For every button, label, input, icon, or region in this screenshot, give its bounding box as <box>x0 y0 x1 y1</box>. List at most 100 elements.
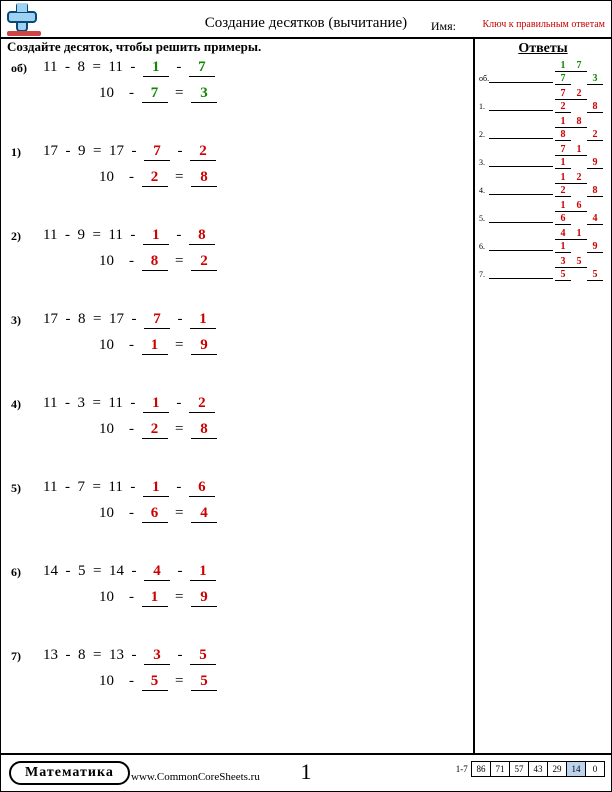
answer-number: 1. <box>479 102 485 111</box>
blank[interactable]: 8 <box>189 227 215 245</box>
score-cell: 43 <box>528 761 548 777</box>
blank[interactable]: 7 <box>142 85 168 103</box>
answer-number: 7. <box>479 270 485 279</box>
answer-row: 2. 1882 <box>479 115 607 143</box>
answer-values: 1228 <box>555 171 605 197</box>
blank[interactable]: 1 <box>143 227 169 245</box>
problem-line-1: 11 - 3 = 11 - 1 - 2 <box>43 395 215 413</box>
answers-title: Ответы <box>479 41 607 57</box>
answer-values: 4119 <box>555 227 605 253</box>
blank[interactable]: 1 <box>143 59 169 77</box>
worksheet-header: Создание десятков (вычитание) Имя: Ключ … <box>1 1 611 39</box>
score-label: 1-7 <box>456 764 468 774</box>
instruction-text: Создайте десяток, чтобы решить примеры. <box>7 39 261 55</box>
answer-blank-line[interactable] <box>489 278 553 279</box>
blank[interactable]: 7 <box>144 311 170 329</box>
blank[interactable]: 8 <box>142 253 168 271</box>
answer-row: 5.1664 <box>479 199 607 227</box>
score-cell: 14 <box>566 761 586 777</box>
problem-3: 3) 17 - 8 = 17 - 7 - 1 10 - 1 = 9 <box>11 309 471 393</box>
blank[interactable]: 2 <box>190 143 216 161</box>
problem-line-1: 17 - 8 = 17 - 7 - 1 <box>43 311 216 329</box>
answer-blank-line[interactable] <box>489 250 553 251</box>
blank[interactable]: 7 <box>189 59 215 77</box>
answer-number: 6. <box>479 242 485 251</box>
answer-number: 2. <box>479 130 485 139</box>
problem-label: 3) <box>11 313 21 328</box>
problem-line-2: 10 - 1 = 9 <box>99 589 217 607</box>
blank[interactable]: 4 <box>144 563 170 581</box>
blank[interactable]: 1 <box>190 563 216 581</box>
answer-number: 3. <box>479 158 485 167</box>
problem-line-1: 11 - 7 = 11 - 1 - 6 <box>43 479 215 497</box>
blank[interactable]: 5 <box>142 673 168 691</box>
blank[interactable]: 6 <box>142 505 168 523</box>
answer-row: 7. 3555 <box>479 255 607 283</box>
blank[interactable]: 2 <box>191 253 217 271</box>
answer-row: 3. 7119 <box>479 143 607 171</box>
problem-line-1: 11 - 9 = 11 - 1 - 8 <box>43 227 215 245</box>
answer-blank-line[interactable] <box>489 82 553 83</box>
answer-number: 5. <box>479 214 485 223</box>
problem-line-2: 10 - 8 = 2 <box>99 253 217 271</box>
blank[interactable]: 4 <box>191 505 217 523</box>
answer-blank-line[interactable] <box>489 138 553 139</box>
blank[interactable]: 9 <box>191 589 217 607</box>
blank[interactable]: 8 <box>191 169 217 187</box>
problem-line-1: 13 - 8 = 13 - 3 - 5 <box>43 647 216 665</box>
blank[interactable]: 1 <box>143 395 169 413</box>
problem-line-2: 10 - 1 = 9 <box>99 337 217 355</box>
problem-line-1: 17 - 9 = 17 - 7 - 2 <box>43 143 216 161</box>
problem-1: 1) 17 - 9 = 17 - 7 - 2 10 - 2 = 8 <box>11 141 471 225</box>
problem-label: 7) <box>11 649 21 664</box>
problem-label: 4) <box>11 397 21 412</box>
problem-label: об) <box>11 61 27 76</box>
problem-label: 1) <box>11 145 21 160</box>
answer-blank-line[interactable] <box>489 110 553 111</box>
problem-label: 6) <box>11 565 21 580</box>
blank[interactable]: 3 <box>144 647 170 665</box>
blank[interactable]: 1 <box>190 311 216 329</box>
score-cell: 29 <box>547 761 567 777</box>
blank[interactable]: 6 <box>189 479 215 497</box>
answer-blank-line[interactable] <box>489 194 553 195</box>
answer-values: 1773 <box>555 59 605 85</box>
answer-values: 7119 <box>555 143 605 169</box>
blank[interactable]: 2 <box>142 169 168 187</box>
blank[interactable]: 5 <box>190 647 216 665</box>
answer-number: 4. <box>479 186 485 195</box>
answers-body: об. 1773 1. 7228 2. 1882 3. 7119 4. 12285.1664 6. 4… <box>479 59 607 283</box>
worksheet-footer: Математика www.CommonCoreSheets.ru 1 1-7… <box>1 753 611 791</box>
problem-label: 5) <box>11 481 21 496</box>
problem-5: 5) 11 - 7 = 11 - 1 - 6 10 - 6 = 4 <box>11 477 471 561</box>
problem-label: 2) <box>11 229 21 244</box>
problem-line-2: 10 - 2 = 8 <box>99 421 217 439</box>
name-label: Имя: <box>431 19 456 34</box>
blank[interactable]: 9 <box>191 337 217 355</box>
blank[interactable]: 8 <box>191 421 217 439</box>
blank[interactable]: 2 <box>142 421 168 439</box>
blank[interactable]: 7 <box>144 143 170 161</box>
example-problem: об) 11 - 8 = 11 - 1 - 7 10 - 7 = 3 <box>11 57 471 141</box>
blank[interactable]: 1 <box>142 589 168 607</box>
blank[interactable]: 3 <box>191 85 217 103</box>
worksheet-page: Создание десятков (вычитание) Имя: Ключ … <box>0 0 612 792</box>
problem-line-2: 10 - 2 = 8 <box>99 169 217 187</box>
score-strip: 1-7 8671574329140 <box>456 761 605 777</box>
answer-row: 6. 4119 <box>479 227 607 255</box>
blank[interactable]: 5 <box>191 673 217 691</box>
answer-blank-line[interactable] <box>489 166 553 167</box>
answer-values: 1882 <box>555 115 605 141</box>
score-cell: 86 <box>471 761 491 777</box>
answer-blank-line[interactable] <box>489 222 553 223</box>
answer-number: об. <box>479 74 489 83</box>
answers-column: Ответы об.17731.72282.18823.71194.12285.… <box>473 37 611 755</box>
blank[interactable]: 1 <box>143 479 169 497</box>
answer-values: 7228 <box>555 87 605 113</box>
answer-row: 1. 7228 <box>479 87 607 115</box>
problem-2: 2) 11 - 9 = 11 - 1 - 8 10 - 8 = 2 <box>11 225 471 309</box>
answer-values: 3555 <box>555 255 605 281</box>
answer-row: об. 1773 <box>479 59 607 87</box>
blank[interactable]: 1 <box>142 337 168 355</box>
blank[interactable]: 2 <box>189 395 215 413</box>
